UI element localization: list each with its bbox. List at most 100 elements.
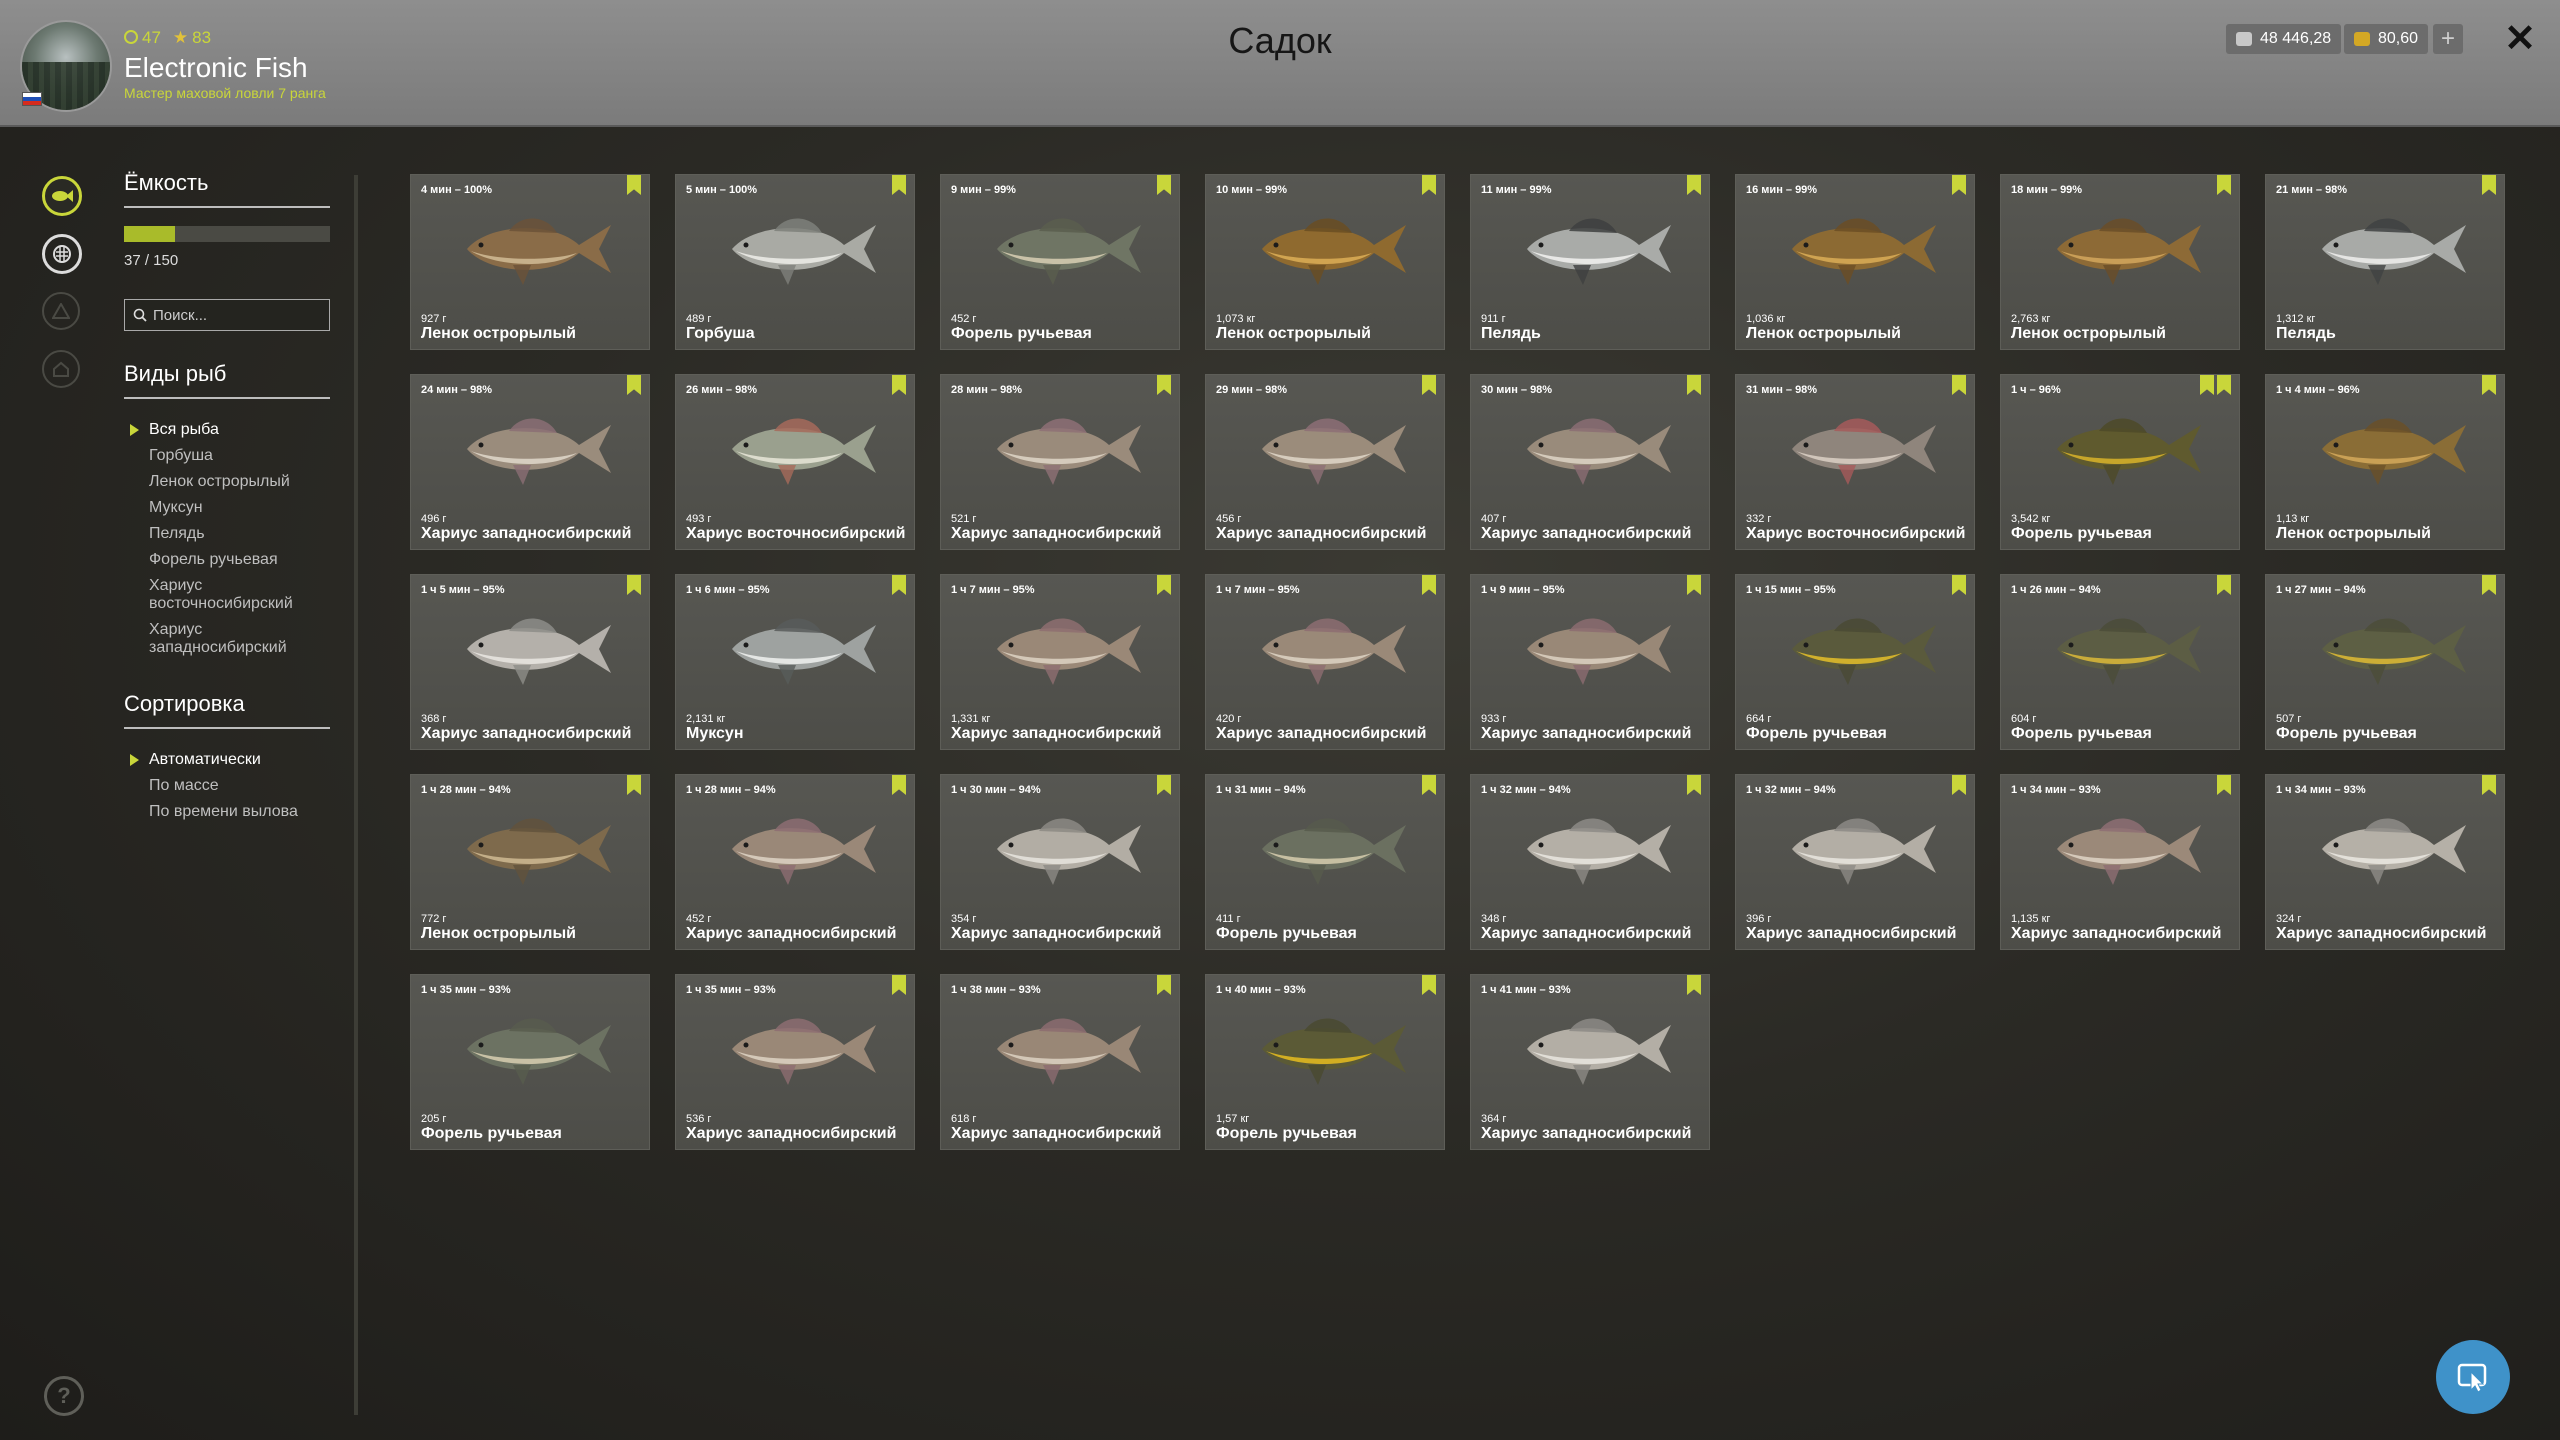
search-input[interactable]: Поиск... bbox=[124, 299, 330, 331]
fish-card[interactable]: 31 мин – 98% 332 г Хариус восточносибирс… bbox=[1735, 374, 1975, 550]
fish-card[interactable]: 1 ч 38 мин – 93% 618 г Хариус западносиб… bbox=[940, 974, 1180, 1150]
species-filter-item[interactable]: Форель ручьевая bbox=[124, 547, 330, 573]
fish-card[interactable]: 1 ч 6 мин – 95% 2,131 кг Муксун bbox=[675, 574, 915, 750]
bookmark-icon[interactable] bbox=[627, 575, 641, 595]
fish-card[interactable]: 1 ч 26 мин – 94% 604 г Форель ручьевая bbox=[2000, 574, 2240, 750]
bookmark-icon[interactable] bbox=[1422, 175, 1436, 195]
fish-card[interactable]: 10 мин – 99% 1,073 кг Ленок острорылый bbox=[1205, 174, 1445, 350]
fish-weight: 1,13 кг bbox=[2276, 513, 2310, 525]
species-filter-item[interactable]: Муксун bbox=[124, 495, 330, 521]
fish-image bbox=[1792, 218, 1936, 285]
keepnet-icon[interactable] bbox=[42, 234, 82, 274]
bookmark-icon[interactable] bbox=[1687, 775, 1701, 795]
bookmark-icon[interactable] bbox=[1422, 575, 1436, 595]
bookmark-icon[interactable] bbox=[892, 375, 906, 395]
bookmark-icon[interactable] bbox=[2482, 175, 2496, 195]
close-button[interactable]: ✕ bbox=[2500, 18, 2540, 60]
bookmark-icon[interactable] bbox=[1952, 575, 1966, 595]
species-filter-item[interactable]: Хариус западносибирский bbox=[124, 617, 330, 661]
species-filter-item[interactable]: Вся рыба bbox=[124, 417, 330, 443]
fish-card[interactable]: 1 ч 35 мин – 93% 205 г Форель ручьевая bbox=[410, 974, 650, 1150]
bookmark-icon[interactable] bbox=[892, 575, 906, 595]
fish-card[interactable]: 16 мин – 99% 1,036 кг Ленок острорылый bbox=[1735, 174, 1975, 350]
fish-card[interactable]: 1 ч 34 мин – 93% 324 г Хариус западносиб… bbox=[2265, 774, 2505, 950]
bookmark-icon[interactable] bbox=[1157, 975, 1171, 995]
fish-card[interactable]: 18 мин – 99% 2,763 кг Ленок острорылый bbox=[2000, 174, 2240, 350]
bookmark-icon[interactable] bbox=[2217, 775, 2231, 795]
fish-card[interactable]: 1 ч 34 мин – 93% 1,135 кг Хариус западно… bbox=[2000, 774, 2240, 950]
fish-card[interactable]: 9 мин – 99% 452 г Форель ручьевая bbox=[940, 174, 1180, 350]
bookmark-icon[interactable] bbox=[2482, 775, 2496, 795]
sort-option-item[interactable]: Автоматически bbox=[124, 747, 330, 773]
fish-card[interactable]: 1 ч 32 мин – 94% 348 г Хариус западносиб… bbox=[1470, 774, 1710, 950]
bookmark-icon[interactable] bbox=[1422, 375, 1436, 395]
bookmark-icon[interactable] bbox=[892, 775, 906, 795]
bookmark-icon[interactable] bbox=[892, 175, 906, 195]
fish-card[interactable]: 4 мин – 100% 927 г Ленок острорылый bbox=[410, 174, 650, 350]
bookmark-icon[interactable] bbox=[627, 175, 641, 195]
sort-option-item[interactable]: По массе bbox=[124, 773, 330, 799]
species-filter-item[interactable]: Горбуша bbox=[124, 443, 330, 469]
bookmark-icon[interactable] bbox=[627, 775, 641, 795]
fish-card[interactable]: 21 мин – 98% 1,312 кг Пелядь bbox=[2265, 174, 2505, 350]
bookmark-icon[interactable] bbox=[1422, 975, 1436, 995]
bookmark-icon[interactable] bbox=[1952, 775, 1966, 795]
bookmark-icon[interactable] bbox=[2482, 575, 2496, 595]
bookmark-icon[interactable] bbox=[1687, 375, 1701, 395]
fish-card[interactable]: 5 мин – 100% 489 г Горбуша bbox=[675, 174, 915, 350]
species-filter-item[interactable]: Пелядь bbox=[124, 521, 330, 547]
bookmark-icon[interactable] bbox=[892, 975, 906, 995]
fish-card[interactable]: 1 ч 35 мин – 93% 536 г Хариус западносиб… bbox=[675, 974, 915, 1150]
species-filter-item[interactable]: Ленок острорылый bbox=[124, 469, 330, 495]
add-currency-button[interactable]: + bbox=[2433, 24, 2463, 54]
bookmark-icon[interactable] bbox=[2200, 375, 2214, 395]
fish-card[interactable]: 1 ч 15 мин – 95% 664 г Форель ручьевая bbox=[1735, 574, 1975, 750]
bookmark-icon[interactable] bbox=[1157, 575, 1171, 595]
bookmark-icon[interactable] bbox=[1157, 775, 1171, 795]
fish-weight: 396 г bbox=[1746, 913, 1772, 925]
fish-card[interactable]: 1 ч 41 мин – 93% 364 г Хариус западносиб… bbox=[1470, 974, 1710, 1150]
fish-card[interactable]: 1 ч 5 мин – 95% 368 г Хариус западносиби… bbox=[410, 574, 650, 750]
fish-card[interactable]: 1 ч 31 мин – 94% 411 г Форель ручьевая bbox=[1205, 774, 1445, 950]
species-filter-item[interactable]: Хариус восточносибирский bbox=[124, 573, 330, 617]
bookmark-icon[interactable] bbox=[1157, 375, 1171, 395]
fish-card[interactable]: 1 ч 27 мин – 94% 507 г Форель ручьевая bbox=[2265, 574, 2505, 750]
bookmark-icon[interactable] bbox=[1687, 975, 1701, 995]
fish-card[interactable]: 1 ч – 96% 3,542 кг Форель ручьевая bbox=[2000, 374, 2240, 550]
bookmark-icon[interactable] bbox=[1687, 175, 1701, 195]
bookmark-icon[interactable] bbox=[2217, 575, 2231, 595]
fish-card[interactable]: 1 ч 9 мин – 95% 933 г Хариус западносиби… bbox=[1470, 574, 1710, 750]
fish-card[interactable]: 11 мин – 99% 911 г Пелядь bbox=[1470, 174, 1710, 350]
fish-image bbox=[732, 818, 876, 885]
bookmarks bbox=[1687, 175, 1701, 195]
bookmark-icon[interactable] bbox=[1687, 575, 1701, 595]
bookmark-icon[interactable] bbox=[2217, 175, 2231, 195]
fish-card[interactable]: 1 ч 28 мин – 94% 452 г Хариус западносиб… bbox=[675, 774, 915, 950]
sort-option-item[interactable]: По времени вылова bbox=[124, 799, 330, 825]
fish-icon[interactable] bbox=[42, 176, 82, 216]
cursor-button[interactable] bbox=[2436, 1340, 2510, 1414]
bookmark-icon[interactable] bbox=[1952, 375, 1966, 395]
fish-card[interactable]: 1 ч 40 мин – 93% 1,57 кг Форель ручьевая bbox=[1205, 974, 1445, 1150]
home-icon[interactable] bbox=[42, 350, 80, 388]
fish-card[interactable]: 1 ч 7 мин – 95% 1,331 кг Хариус западнос… bbox=[940, 574, 1180, 750]
fish-card[interactable]: 29 мин – 98% 456 г Хариус западносибирск… bbox=[1205, 374, 1445, 550]
help-icon[interactable]: ? bbox=[44, 1376, 84, 1416]
fish-card[interactable]: 24 мин – 98% 496 г Хариус западносибирск… bbox=[410, 374, 650, 550]
camp-icon[interactable] bbox=[42, 292, 80, 330]
fish-card[interactable]: 1 ч 30 мин – 94% 354 г Хариус западносиб… bbox=[940, 774, 1180, 950]
bookmark-icon[interactable] bbox=[1952, 175, 1966, 195]
bookmark-icon[interactable] bbox=[627, 375, 641, 395]
bookmark-icon[interactable] bbox=[2482, 375, 2496, 395]
fish-card[interactable]: 1 ч 28 мин – 94% 772 г Ленок острорылый bbox=[410, 774, 650, 950]
bookmark-icon[interactable] bbox=[1422, 775, 1436, 795]
fish-card[interactable]: 30 мин – 98% 407 г Хариус западносибирск… bbox=[1470, 374, 1710, 550]
fish-card[interactable]: 28 мин – 98% 521 г Хариус западносибирск… bbox=[940, 374, 1180, 550]
bookmark-icon[interactable] bbox=[1157, 175, 1171, 195]
bookmark-icon[interactable] bbox=[2217, 375, 2231, 395]
fish-card[interactable]: 1 ч 7 мин – 95% 420 г Хариус западносиби… bbox=[1205, 574, 1445, 750]
fish-card[interactable]: 1 ч 32 мин – 94% 396 г Хариус западносиб… bbox=[1735, 774, 1975, 950]
fish-card[interactable]: 1 ч 4 мин – 96% 1,13 кг Ленок острорылый bbox=[2265, 374, 2505, 550]
fish-name: Хариус западносибирский bbox=[686, 1125, 897, 1142]
fish-card[interactable]: 26 мин – 98% 493 г Хариус восточносибирс… bbox=[675, 374, 915, 550]
